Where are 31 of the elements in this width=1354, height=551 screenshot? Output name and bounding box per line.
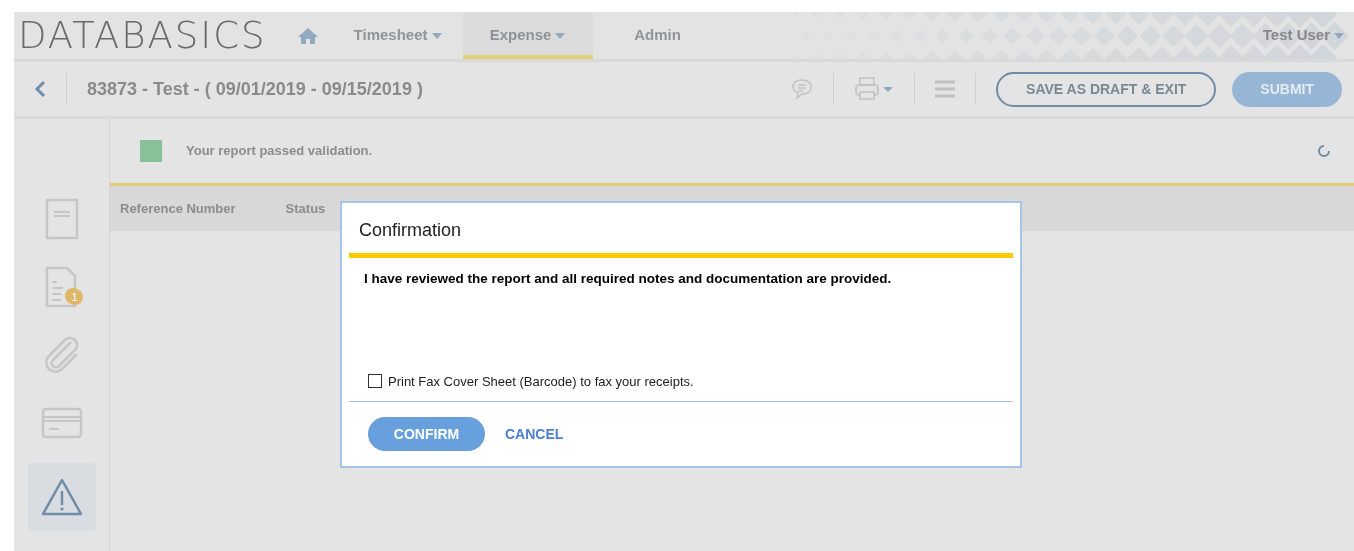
status-indicator xyxy=(140,140,162,162)
save-draft-button[interactable]: SAVE AS DRAFT & EXIT xyxy=(996,71,1217,107)
nav-tab[interactable]: Expense xyxy=(462,12,593,59)
notification-badge: 1 xyxy=(66,289,83,305)
checkbox[interactable] xyxy=(368,374,382,389)
dialog-title: Confirmation xyxy=(358,219,463,242)
nav-tab[interactable]: Timesheet xyxy=(332,12,463,59)
back-icon[interactable] xyxy=(34,80,46,98)
sidebar-item[interactable] xyxy=(27,463,96,531)
comment-icon[interactable] xyxy=(791,78,814,100)
document-icon xyxy=(44,198,79,240)
report-title: 83873 - Test - ( 09/01/2019 - 09/15/2019 ) xyxy=(87,77,423,101)
warning-icon xyxy=(39,477,84,517)
logo: DATABASICS xyxy=(17,13,268,59)
column-header: Status xyxy=(285,199,326,218)
cancel-link[interactable]: CANCEL xyxy=(505,423,564,445)
caret-icon xyxy=(1334,32,1344,39)
column-header: Reference Number xyxy=(120,199,236,218)
refresh-icon[interactable] xyxy=(1316,143,1332,159)
menu-icon[interactable] xyxy=(935,80,956,98)
print-icon[interactable] xyxy=(854,77,895,101)
home-icon[interactable] xyxy=(296,26,319,45)
sidebar-item[interactable]: 1 xyxy=(27,259,96,315)
submit-button[interactable]: SUBMIT xyxy=(1232,71,1342,107)
checkbox-label: Print Fax Cover Sheet (Barcode) to fax your receipts. xyxy=(388,372,694,391)
dialog-message: I have reviewed the report and all required notes and documentation are provided. xyxy=(363,270,893,288)
validation-message: Your report passed validation. xyxy=(186,142,373,161)
user-menu[interactable]: Test User xyxy=(1262,12,1354,59)
nav-tab[interactable]: Admin xyxy=(592,12,723,59)
credit-card-icon xyxy=(40,407,83,439)
confirm-button[interactable]: CONFIRM xyxy=(368,417,485,451)
